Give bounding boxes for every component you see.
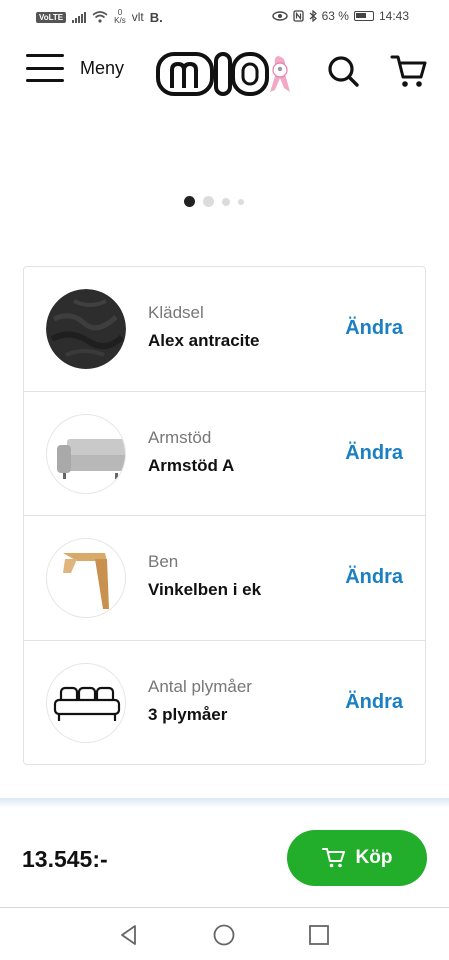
search-icon[interactable] [326,54,360,88]
total-price: 13.545:- [22,846,108,872]
site-header: Meny [0,40,449,106]
change-armrest-button[interactable]: Ändra [345,442,403,465]
wifi-icon [92,11,108,23]
carousel-dot[interactable] [222,197,230,206]
status-bar: VoLTE 0 K/s vlt B. 63 % 14:43 [0,0,449,34]
option-value: Alex antracite [148,331,260,350]
volte-badge: VoLTE [36,11,67,23]
cart-icon [321,848,345,868]
carousel-dot[interactable] [203,196,214,207]
network-speed: 0 K/s [114,8,126,25]
buy-button[interactable]: Köp [287,830,427,886]
cart-icon[interactable] [390,53,428,89]
carrier-extra: vlt [131,10,144,24]
change-legs-button[interactable]: Ändra [345,566,403,589]
eye-icon [271,11,288,21]
back-icon[interactable] [116,922,142,948]
change-cushions-button[interactable]: Ändra [345,691,403,714]
signal-icon [72,11,87,23]
option-row-legs: Ben Vinkelben i ek Ändra [24,516,425,641]
system-nav-bar [0,909,449,960]
app-indicator: B. [149,9,163,25]
clock: 14:43 [378,9,409,23]
recents-icon[interactable] [306,922,332,948]
option-row-fabric: Klädsel Alex antracite Ändra [24,267,425,392]
bluetooth-icon [309,10,317,22]
option-label: Armstöd [148,427,212,447]
section-edge [0,798,449,808]
fabric-swatch [46,289,126,369]
change-fabric-button[interactable]: Ändra [345,317,403,340]
battery-percent: 63 % [321,9,349,23]
mio-logo[interactable] [156,48,296,100]
wooden-leg [46,538,126,618]
option-label: Klädsel [148,303,204,322]
buy-label: Köp [355,847,393,868]
sofa-armrest [46,413,126,494]
option-value: Armstöd A [148,455,235,475]
option-row-armrest: Armstöd Armstöd A Ändra [24,392,425,516]
option-label: Antal plymåer [148,676,252,696]
menu-label: Meny [80,57,125,78]
option-row-cushions: Antal plymåer 3 plymåer Ändra [24,641,425,766]
sofa-cushions-icon [46,662,126,743]
carousel-dots [184,196,244,207]
hamburger-icon [26,54,64,82]
battery-icon [353,11,374,21]
home-icon[interactable] [211,922,237,948]
option-value: Vinkelben i ek [148,580,262,599]
buy-bar: 13.545:- Köp [0,808,449,908]
option-value: 3 plymåer [148,704,228,724]
menu-button[interactable]: Meny [26,54,124,82]
configuration-card: Klädsel Alex antracite Ändra Armstöd Arm… [23,266,426,765]
carousel-dot[interactable] [238,198,244,205]
option-label: Ben [148,552,179,571]
nfc-icon [292,10,304,22]
carousel-dot[interactable] [184,196,195,207]
